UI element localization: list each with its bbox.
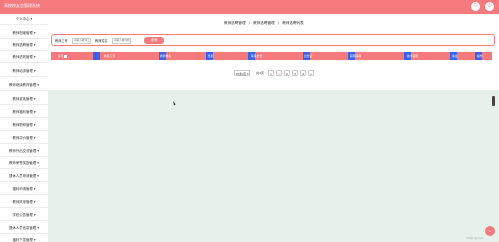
sidebar-item-teacher-training[interactable]: 教师培训管理 ▾: [0, 66, 48, 77]
column-header-teacher-name: 教师姓名: [160, 54, 172, 58]
column-header-title-level: 职称等级: [350, 54, 362, 58]
user-icon[interactable]: ⚇: [471, 2, 480, 11]
page-button[interactable]: 4: [300, 70, 306, 76]
sidebar-item-titles[interactable]: 教师职称管理 ▾: [0, 120, 48, 131]
sidebar-item-teacher-style[interactable]: 教师风采管理 ▾: [0, 197, 48, 208]
search-button[interactable]: 查询: [144, 37, 164, 44]
next-page-button[interactable]: >: [308, 70, 314, 76]
sidebar-item-welfare-distribution[interactable]: 福利下发管理 ▾: [0, 235, 48, 242]
content-panel: 教师选聘管理 / 教师选聘管理 / 教师选聘列表 教师工号 教师姓名 查询 序号…: [48, 14, 499, 90]
sidebar-item-retiree-application[interactable]: 退休人员申请管理 ▾: [0, 171, 48, 182]
sidebar-item-exchange[interactable]: 教师外出交流管理 ▾: [0, 146, 48, 157]
floating-action-button[interactable]: +: [485, 226, 495, 236]
column-header-remark: 备注: [452, 54, 458, 58]
column-header-tech-title: 技术职称: [407, 54, 419, 58]
breadcrumb-separator: /: [248, 21, 250, 25]
sidebar-item-continuing-education[interactable]: 教师继续教育管理 ▾: [0, 80, 48, 91]
sidebar-item-evaluation[interactable]: 教师评价管理 ▾: [0, 133, 48, 144]
sidebar-item-personal-center[interactable]: 个人中心 ▾: [0, 14, 48, 25]
prev-page-button[interactable]: <: [268, 70, 274, 76]
sidebar-item-honors[interactable]: 教师荣誉奖励管理 ▾: [0, 158, 48, 169]
sidebar-item-teacher-recruit[interactable]: 教师选聘管理 ▾: [0, 40, 48, 51]
teacher-name-input[interactable]: [112, 37, 131, 44]
table-header: 序号 教师工号 教师姓名 性别 联系方式 身份证 职称等级 技术职称 备注 操作: [51, 52, 492, 60]
teacher-id-input[interactable]: [72, 37, 91, 44]
total-pages-label: 共4页: [256, 71, 264, 75]
breadcrumb-item[interactable]: 教师选聘管理: [253, 21, 275, 25]
teacher-id-label: 教师工号: [55, 39, 68, 43]
column-header-gender: 性别: [208, 54, 214, 58]
sidebar: 个人中心 ▾ 教师档案管理 ▾ 教师选聘管理 ▾ 教师绩效管理 ▾ 教师培训管理…: [0, 14, 48, 242]
column-header-actions: 操作: [477, 54, 483, 58]
page-button[interactable]: 2: [284, 70, 290, 76]
column-header-index: 序号: [58, 54, 64, 58]
teacher-name-label: 教师姓名: [95, 39, 108, 43]
search-form: 教师工号 教师姓名 查询: [51, 34, 495, 46]
column-divider: [93, 52, 100, 60]
breadcrumb-item[interactable]: 教师选聘管理: [224, 21, 246, 25]
main-content: 教师选聘管理 / 教师选聘管理 / 教师选聘列表 教师工号 教师姓名 查询 序号…: [48, 14, 499, 242]
watermark: CSDN @xxxx: [466, 237, 483, 240]
page-button[interactable]: 3: [292, 70, 298, 76]
sidebar-item-rewards-penalties[interactable]: 教师奖惩管理 ▾: [0, 94, 48, 105]
column-header-teacher-id: 教师工号: [104, 54, 116, 58]
page-size-value: 10条/页: [235, 72, 247, 76]
sidebar-item-announcements[interactable]: 学校公告管理 ▾: [0, 210, 48, 221]
sidebar-item-teacher-performance[interactable]: 教师绩效管理 ▾: [0, 52, 48, 63]
column-header-contact: 联系方式: [251, 54, 263, 58]
breadcrumb-separator: /: [277, 21, 280, 25]
breadcrumb: 教师选聘管理 / 教师选聘管理 / 教师选聘列表: [224, 21, 306, 26]
breadcrumb-current: 教师选聘列表: [282, 21, 304, 25]
page-size-select[interactable]: 10条/页 ▾: [234, 70, 250, 76]
page-button[interactable]: 1: [276, 70, 282, 76]
sidebar-item-teacher-archives[interactable]: 教师档案管理 ▾: [0, 28, 48, 39]
sidebar-item-retiree-info[interactable]: 退休人员信息管理 ▾: [0, 223, 48, 234]
column-header-id-card: 身份证: [304, 54, 313, 58]
app-title: 高校校友会管理系统: [4, 3, 40, 8]
scrollbar-thumb[interactable]: [492, 96, 495, 106]
top-bar: 高校校友会管理系统 ⚇ ⏻: [0, 0, 499, 14]
sidebar-item-welfare-application[interactable]: 福利申请管理 ▾: [0, 184, 48, 195]
sidebar-item-welfare[interactable]: 教师福利管理 ▾: [0, 107, 48, 118]
select-all-checkbox[interactable]: [64, 54, 67, 58]
power-icon[interactable]: ⏻: [485, 2, 494, 11]
